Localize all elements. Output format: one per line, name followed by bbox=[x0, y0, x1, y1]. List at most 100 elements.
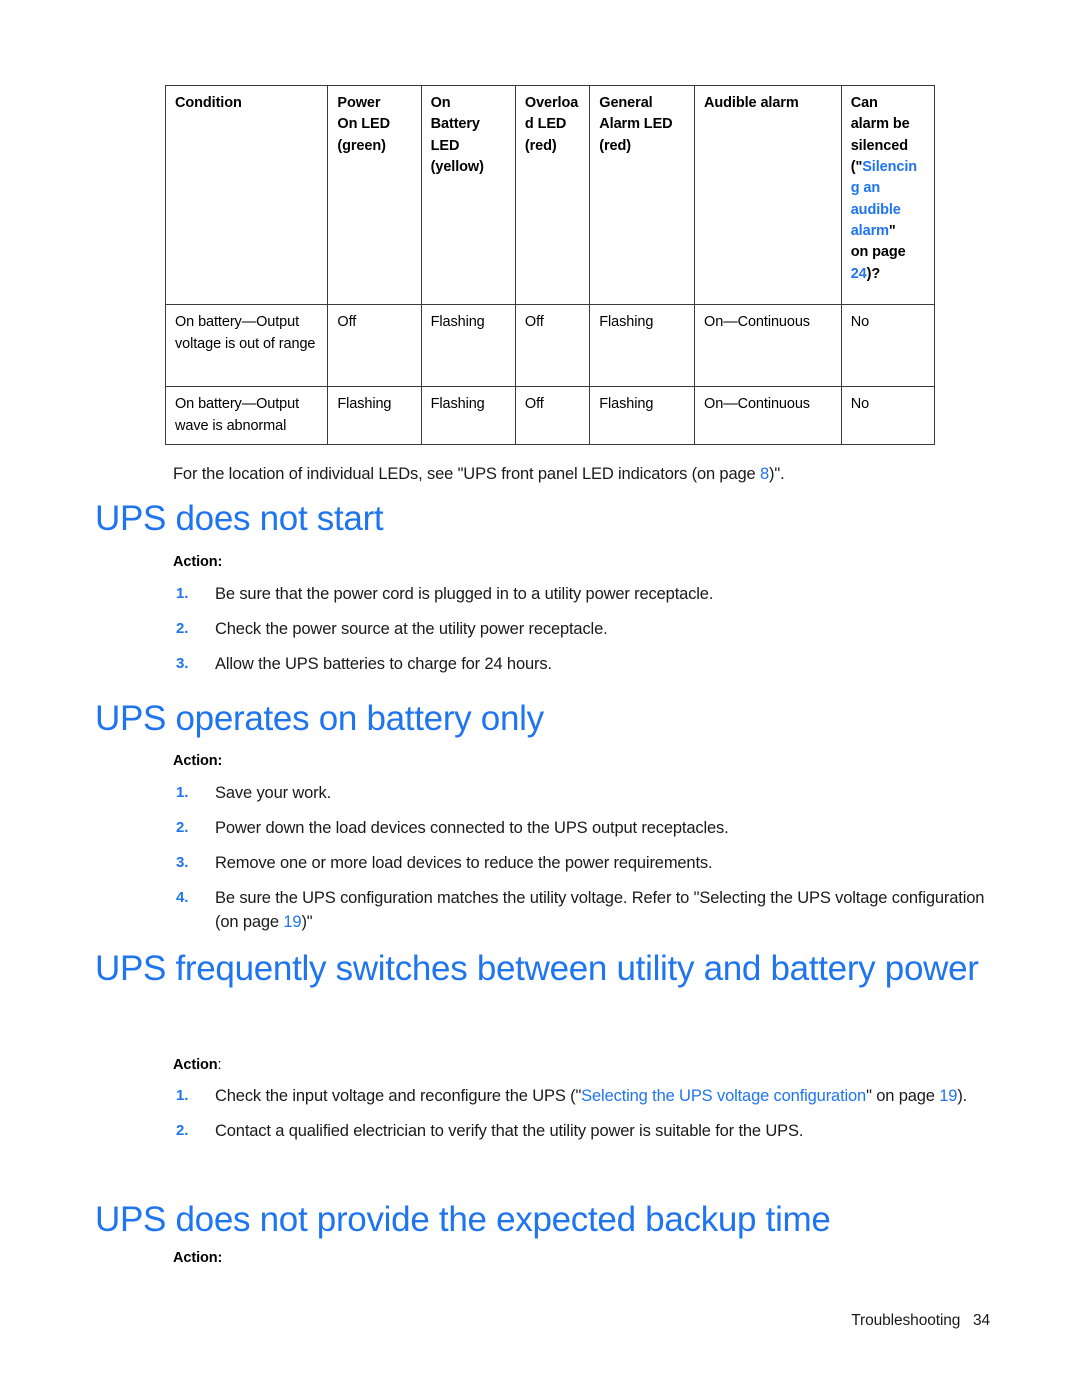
cell-overload-led: Off bbox=[514, 304, 591, 387]
header-line: (green) bbox=[337, 137, 386, 154]
action-label-colon: : bbox=[217, 554, 223, 570]
header-line: (" bbox=[850, 158, 863, 175]
action-label-colon: : bbox=[217, 1250, 223, 1266]
cell-on-battery-led: Flashing bbox=[420, 386, 516, 445]
step-number: 2. bbox=[176, 619, 189, 637]
header-line: General bbox=[599, 95, 653, 111]
cell-audible-alarm: On—Continuous bbox=[694, 386, 842, 445]
page-19-xref-link[interactable]: 19 bbox=[283, 913, 301, 931]
step-text: )" bbox=[301, 912, 313, 931]
step-text: Contact a qualified electrician to verif… bbox=[215, 1121, 804, 1140]
led-condition-table-container: Condition Power On LED (green) On Batter… bbox=[164, 85, 936, 445]
section-heading-ups-does-not-start: UPS does not start bbox=[95, 499, 384, 538]
cell-general-alarm-led: Flashing bbox=[589, 304, 696, 387]
cell-can-be-silenced: No bbox=[840, 304, 936, 387]
header-line: On LED bbox=[337, 116, 390, 133]
step-number: 1. bbox=[176, 585, 189, 602]
action-label-colon: : bbox=[217, 753, 223, 769]
page-footer: Troubleshooting 34 bbox=[851, 1312, 990, 1329]
step-text: " on page bbox=[866, 1087, 940, 1105]
table-header-row: Condition Power On LED (green) On Batter… bbox=[164, 85, 936, 305]
silencing-alarm-xref-link[interactable]: audible bbox=[851, 202, 901, 218]
list-item: 4. Be sure the UPS configuration matches… bbox=[173, 887, 993, 935]
header-line: Overloa bbox=[524, 95, 579, 111]
step-text: Check the input voltage and reconfigure … bbox=[215, 1087, 582, 1105]
table-row: On battery—Output voltage is out of rang… bbox=[164, 304, 936, 387]
header-line: )? bbox=[866, 265, 881, 282]
step-number: 1. bbox=[176, 1087, 189, 1104]
column-header-audible-alarm: Audible alarm bbox=[694, 85, 842, 305]
cell-power-on-led: Off bbox=[327, 304, 422, 387]
action-steps-ups-frequently-switches: 1. Check the input voltage and reconfigu… bbox=[173, 1085, 993, 1155]
step-text: Allow the UPS batteries to charge for 24… bbox=[215, 654, 552, 673]
step-number: 2. bbox=[176, 818, 189, 836]
header-line: Power bbox=[337, 95, 381, 111]
page-8-xref-link[interactable]: 8 bbox=[760, 465, 769, 483]
step-text: Be sure that the power cord is plugged i… bbox=[215, 585, 714, 603]
step-number: 2. bbox=[176, 1121, 189, 1139]
note-text: For the location of individual LEDs, see… bbox=[173, 464, 760, 483]
action-label: Action: bbox=[173, 1057, 222, 1073]
action-label: Action: bbox=[173, 753, 222, 769]
section-heading-ups-frequently-switches: UPS frequently switches between utility … bbox=[95, 949, 979, 988]
header-line: silenced bbox=[850, 137, 908, 154]
header-line: (yellow) bbox=[430, 158, 484, 175]
action-steps-ups-operates-on-battery-only: 1. Save your work. 2. Power down the loa… bbox=[173, 782, 993, 946]
list-item: 1. Be sure that the power cord is plugge… bbox=[173, 583, 993, 607]
led-location-note: For the location of individual LEDs, see… bbox=[173, 463, 933, 487]
step-number: 1. bbox=[176, 784, 189, 801]
header-text: Audible alarm bbox=[704, 95, 799, 111]
cell-condition: On battery—Output wave is abnormal bbox=[164, 386, 329, 445]
step-text: Save your work. bbox=[215, 784, 332, 802]
list-item: 2. Check the power source at the utility… bbox=[173, 618, 993, 642]
cell-audible-alarm: On—Continuous bbox=[694, 304, 842, 387]
page-19-xref-link[interactable]: 19 bbox=[939, 1087, 957, 1105]
list-item: 2. Power down the load devices connected… bbox=[173, 817, 993, 841]
column-header-condition: Condition bbox=[164, 85, 329, 305]
action-label-text: Action bbox=[173, 554, 218, 570]
header-line: on page bbox=[850, 244, 906, 261]
column-header-general-alarm-led: General Alarm LED (red) bbox=[589, 85, 696, 305]
cell-on-battery-led: Flashing bbox=[420, 304, 516, 387]
action-label: Action: bbox=[173, 554, 222, 570]
action-label-text: Action bbox=[173, 1057, 218, 1073]
note-text: )". bbox=[769, 464, 785, 483]
section-heading-ups-operates-on-battery-only: UPS operates on battery only bbox=[95, 699, 544, 738]
action-label-text: Action bbox=[173, 753, 218, 769]
column-header-power-on-led: Power On LED (green) bbox=[327, 85, 422, 305]
list-item: 1. Save your work. bbox=[173, 782, 993, 806]
table-header: Condition Power On LED (green) On Batter… bbox=[164, 85, 936, 305]
table-body: On battery—Output voltage is out of rang… bbox=[164, 304, 936, 445]
table-row: On battery—Output wave is abnormal Flash… bbox=[164, 386, 936, 445]
header-line: Battery bbox=[430, 116, 480, 133]
silencing-alarm-xref-link[interactable]: alarm bbox=[851, 223, 889, 239]
list-item: 3. Remove one or more load devices to re… bbox=[173, 852, 993, 876]
header-line: (red) bbox=[599, 137, 632, 154]
list-item: 3. Allow the UPS batteries to charge for… bbox=[173, 653, 993, 677]
section-heading-ups-does-not-provide-backup-time: UPS does not provide the expected backup… bbox=[95, 1200, 831, 1239]
header-line: " bbox=[888, 222, 896, 239]
silencing-alarm-xref-link[interactable]: Silencin bbox=[862, 159, 917, 175]
ups-led-condition-table: Condition Power On LED (green) On Batter… bbox=[164, 85, 936, 445]
selecting-ups-voltage-configuration-xref-link[interactable]: Selecting the UPS voltage configuration bbox=[581, 1087, 866, 1105]
step-text: Check the power source at the utility po… bbox=[215, 619, 608, 638]
header-line: alarm be bbox=[850, 116, 910, 133]
header-line: d LED bbox=[524, 116, 567, 133]
action-label-text: Action bbox=[173, 1250, 218, 1266]
silencing-alarm-xref-link[interactable]: g an bbox=[851, 180, 881, 196]
header-line: Can bbox=[850, 95, 878, 111]
step-text: Remove one or more load devices to reduc… bbox=[215, 853, 713, 872]
step-number: 4. bbox=[176, 888, 189, 906]
header-line: (red) bbox=[524, 137, 557, 154]
cell-overload-led: Off bbox=[514, 386, 591, 445]
page-24-xref-link[interactable]: 24 bbox=[851, 266, 867, 282]
cell-can-be-silenced: No bbox=[840, 386, 936, 445]
step-text: ). bbox=[957, 1087, 968, 1105]
column-header-overload-led: Overloa d LED (red) bbox=[514, 85, 591, 305]
action-steps-ups-does-not-start: 1. Be sure that the power cord is plugge… bbox=[173, 583, 993, 688]
cell-condition: On battery—Output voltage is out of rang… bbox=[164, 304, 329, 387]
column-header-on-battery-led: On Battery LED (yellow) bbox=[420, 85, 516, 305]
header-line: On bbox=[430, 95, 451, 111]
step-text: Power down the load devices connected to… bbox=[215, 818, 729, 837]
step-text: Be sure the UPS configuration matches th… bbox=[215, 888, 985, 931]
